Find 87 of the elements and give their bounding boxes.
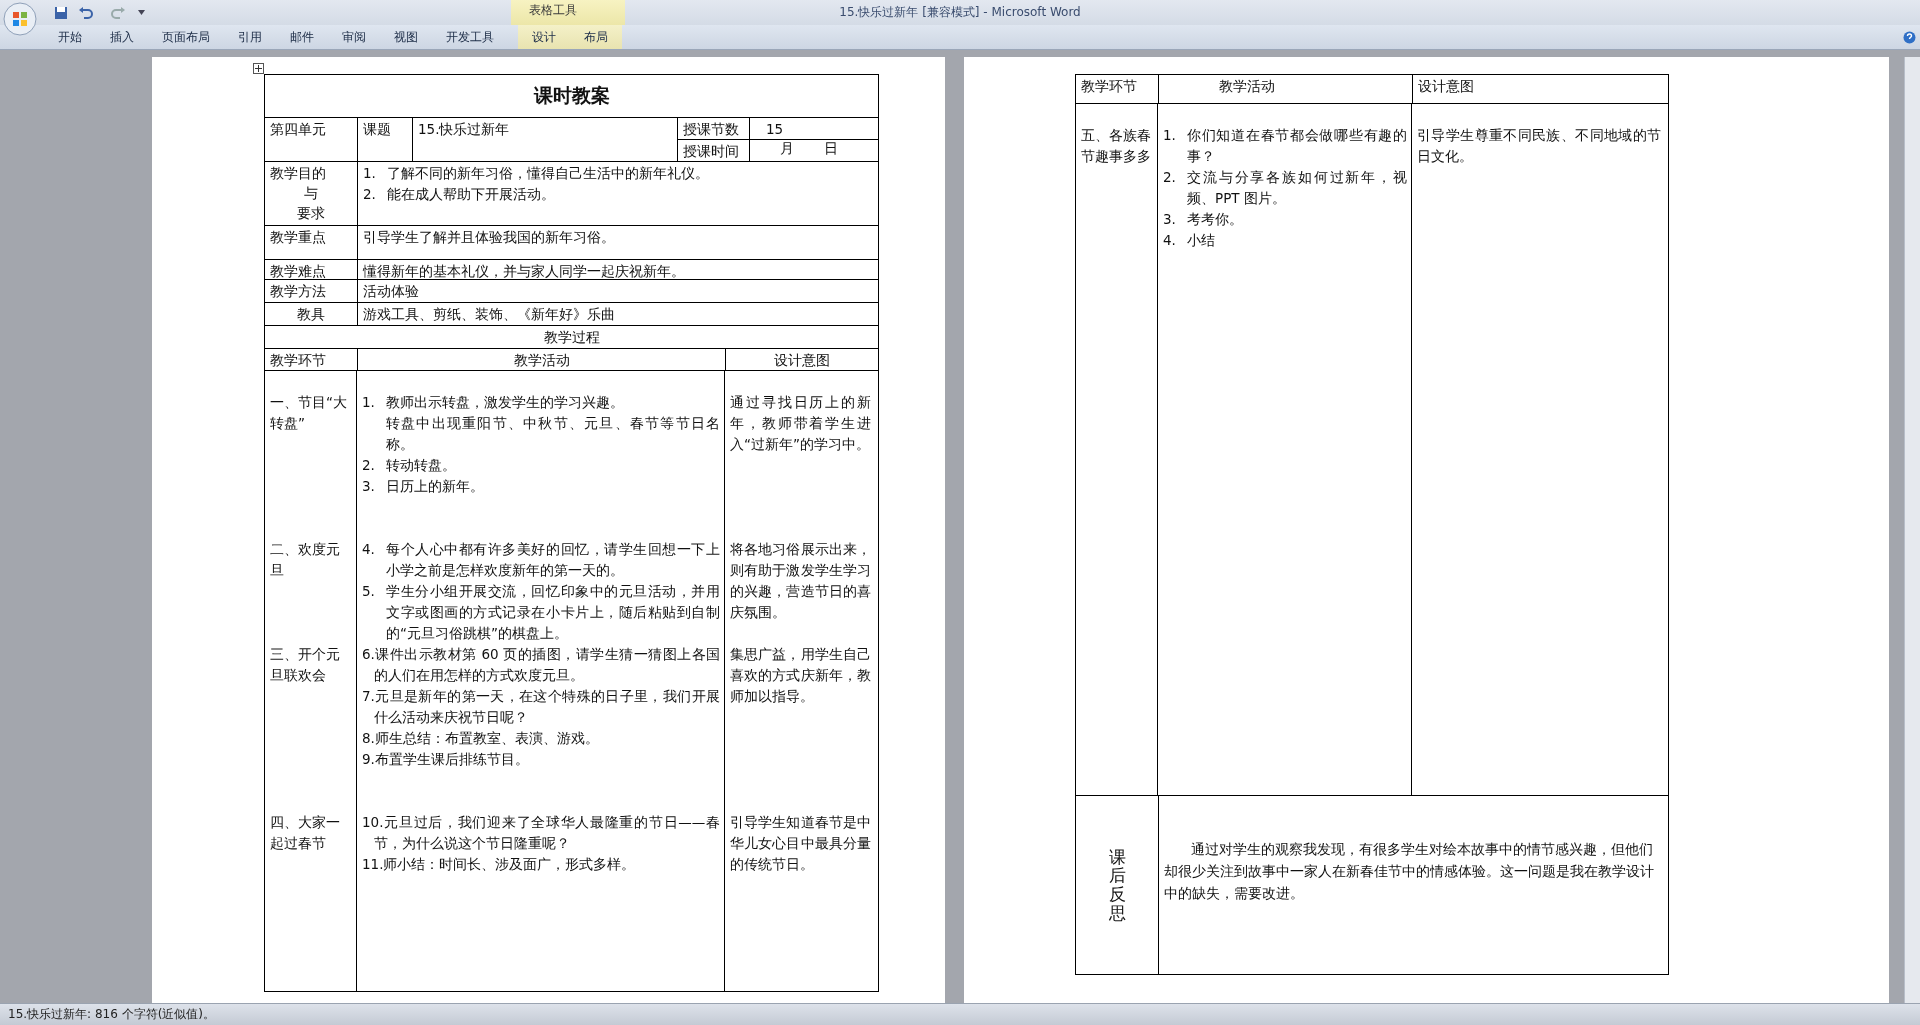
activity-text: 转盘中出现重阳节、中秋节、元旦、春节等节日名称。 [385,414,720,454]
ribbon-tab[interactable]: 引用 [224,25,276,49]
column-header: 教学环节 [269,351,327,370]
context-group-label: 表格工具 [511,0,625,25]
ribbon-tab[interactable]: 布局 [570,25,622,49]
ribbon-tab[interactable]: 邮件 [276,25,328,49]
table-cell: 懂得新年的基本礼仪，并与家人同学一起庆祝新年。 [357,260,878,279]
table-move-handle-icon[interactable] [253,63,264,74]
row-label: 与 [303,184,319,203]
table-title: 课时教案 [532,83,611,108]
window-title: 15.快乐过新年 [兼容模式] - Microsoft Word [839,4,1081,21]
activity-text: 6.课件出示教材第 60 页的插图，请学生猜一猜图上各国的人们在用怎样的方式欢度元旦。 [362,645,720,685]
ribbon-tab[interactable]: 开始 [44,25,96,49]
stage-label: 一、节目“大转盘” [269,393,348,433]
column-header: 教学活动 [1158,75,1412,103]
activity-text: 小结 [1187,231,1215,250]
table-cell: 课题 [357,118,412,161]
list-number: 4. [362,540,376,559]
help-icon[interactable] [1903,30,1916,44]
reflection-text: 通过对学生的观察我发现，有很多学生对绘本故事中的情节感兴趣，但他们却很少关注到故事中一家人在新春佳节中的情感体验。这一问题是我在教学设计中的缺失，需要改进。 [1158,796,1668,974]
ribbon-tab[interactable]: 审阅 [328,25,380,49]
section-title: 教学过程 [542,328,601,347]
list-number: 1. [362,393,376,412]
table-cell-text: 授课时间 [682,142,740,161]
list-number: 2. [363,185,377,204]
column-header: 设计意图 [1412,75,1668,103]
design-intent: 集思广益，用学生自己喜欢的方式庆新年，教师加以指导。 [729,645,872,706]
table-cell-text: 日 [824,140,838,158]
list-number: 3. [1163,210,1177,229]
activity-text: 7.元旦是新年的第一天，在这个特殊的日子里，我们开展什么活动来庆祝节日呢？ [362,687,720,727]
row-label: 要求 [296,204,326,223]
design-intent: 引导学生尊重不同民族、不同地域的节日文化。 [1416,126,1662,166]
activity-text: 9.布置学生课后排练节目。 [362,750,530,769]
ribbon-tab[interactable]: 视图 [380,25,432,49]
ribbon-tab[interactable]: 设计 [518,25,570,49]
row-label: 教具 [296,305,326,324]
table-cell: 引导学生了解并且体验我国的新年习俗。 [357,226,878,259]
design-intent: 将各地习俗展示出来，则有助于激发学生学习的兴趣，营造节日的喜庆氛围。 [729,540,872,622]
list-number: 4. [1163,231,1177,250]
table-cell-text: 授课节数 [682,120,740,139]
activity-text: 转动转盘。 [386,456,456,475]
column-header: 教学活动 [357,349,725,370]
caret-icon[interactable] [138,10,145,15]
activity-text: 学生分小组开展交流，回忆印象中的元旦活动，并用文字或图画的方式记录在小卡片上，随后粘贴到自制的“元旦习俗跳棋”的棋盘上。 [386,582,720,643]
list-number: 1. [1163,126,1177,145]
undo-icon[interactable] [78,5,94,20]
table-cell: 游戏工具、剪纸、装饰、《新年好》乐曲 [357,303,878,325]
activity-text: 每个人心中都有许多美好的回忆，请学生回想一下上小学之前是怎样欢度新年的第一天的。 [386,540,720,580]
ribbon-tab[interactable]: 开发工具 [432,25,508,49]
activity-text: 教师出示转盘，激发学生的学习兴趣。 [386,393,624,412]
row-label: 教学目的 [270,164,327,183]
activity-text: 11.师小结：时间长、涉及面广，形式多样。 [362,855,637,874]
list-number: 5. [362,582,376,601]
ribbon-tab[interactable]: 插入 [96,25,148,49]
table-cell: 15 [749,118,878,139]
save-icon[interactable] [54,5,68,20]
activity-text: 交流与分享各族如何过新年，视频、PPT 图片。 [1187,168,1407,208]
activity-text: 日历上的新年。 [386,477,484,496]
table-cell-text: 月 [780,140,794,158]
row-label: 教学重点 [270,228,327,247]
stage-label: 三、开个元旦联欢会 [269,645,341,685]
activity-text: 了解不同的新年习俗，懂得自己生活中的新年礼仪。 [387,164,709,183]
activity-text: 10.元旦过后，我们迎来了全球华人最隆重的节日——春节，为什么说这个节日隆重呢？ [362,813,720,853]
stage-label: 四、大家一起过春节 [269,813,341,853]
activity-text: 你们知道在春节都会做哪些有趣的事？ [1187,126,1407,166]
table-cell-text: 第四单元 [269,120,327,139]
column-header: 教学环节 [1080,77,1138,96]
list-number: 2. [362,456,376,475]
stage-label: 二、欢度元旦 [269,540,341,580]
activity-text: 能在成人帮助下开展活动。 [387,185,555,204]
row-label: 教学方法 [270,282,327,301]
status-text: 15.快乐过新年: 816 个字符(近似值)。 [0,1003,1920,1025]
stage-label: 五、各族春节趣事多多 [1080,126,1152,166]
vertical-scrollbar[interactable] [1904,57,1920,1003]
activity-text: 8.师生总结：布置教室、表演、游戏。 [362,729,600,748]
design-intent: 通过寻找日历上的新年，教师带着学生进入“过新年”的学习中。 [729,393,872,454]
row-label: 教学难点 [270,262,327,281]
row-label: 课后反思 [1108,847,1126,923]
list-number: 1. [363,164,377,183]
list-number: 3. [362,477,376,496]
table-cell: 15.快乐过新年 [412,118,677,161]
list-number: 2. [1163,168,1177,187]
table-cell: 活动体验 [357,280,878,302]
ribbon-tab[interactable]: 页面布局 [148,25,224,49]
design-intent: 引导学生知道春节是中华儿女心目中最具分量的传统节日。 [729,813,872,874]
column-header: 设计意图 [725,349,878,370]
activity-text: 考考你。 [1187,210,1243,229]
